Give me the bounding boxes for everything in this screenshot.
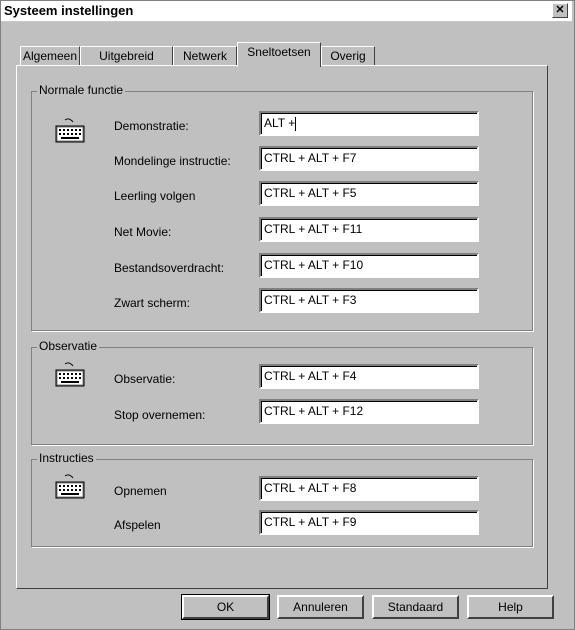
group-title: Instructies	[37, 451, 96, 465]
hotkey-bestandsoverdracht-field[interactable]: CTRL + ALT + F10	[259, 253, 479, 278]
tab-panel-sneltoetsen: Normale functie Demonstratie: ALT + Mond…	[16, 65, 548, 589]
hotkey-net-movie-field[interactable]: CTRL + ALT + F11	[259, 217, 479, 242]
hotkey-demonstratie-value: ALT +	[264, 116, 296, 130]
settings-dialog: Systeem instellingen ✕ Algemeen Uitgebre…	[0, 0, 575, 630]
label-zwart-scherm: Zwart scherm:	[114, 296, 191, 310]
label-observatie: Observatie:	[114, 372, 176, 386]
group-title: Observatie	[37, 339, 100, 353]
tab-uitgebreid[interactable]: Uitgebreid	[80, 46, 173, 66]
close-button[interactable]: ✕	[552, 3, 568, 18]
label-opnemen: Opnemen	[114, 484, 167, 498]
label-stop-overnemen: Stop overnemen:	[114, 408, 206, 422]
tab-algemeen[interactable]: Algemeen	[20, 46, 80, 66]
text-cursor	[295, 116, 297, 131]
hotkey-zwart-scherm-field[interactable]: CTRL + ALT + F3	[259, 288, 479, 313]
group-title: Normale functie	[37, 83, 126, 97]
keyboard-icon	[55, 118, 85, 143]
keyboard-icon	[55, 474, 85, 499]
tab-sneltoetsen[interactable]: Sneltoetsen	[237, 42, 321, 67]
label-leerling-volgen: Leerling volgen	[114, 189, 196, 203]
cancel-button[interactable]: Annuleren	[277, 595, 364, 619]
ok-button[interactable]: OK	[181, 594, 270, 620]
help-button[interactable]: Help	[467, 595, 554, 619]
defaults-button[interactable]: Standaard	[372, 595, 459, 619]
hotkey-observatie-field[interactable]: CTRL + ALT + F4	[259, 364, 479, 389]
hotkey-opnemen-field[interactable]: CTRL + ALT + F8	[259, 476, 479, 501]
tab-netwerk[interactable]: Netwerk	[173, 46, 237, 66]
hotkey-demonstratie-field[interactable]: ALT +	[259, 111, 479, 136]
label-net-movie: Net Movie:	[114, 225, 172, 239]
title-bar: Systeem instellingen ✕	[1, 1, 572, 22]
group-observatie	[31, 347, 533, 445]
label-demonstratie: Demonstratie:	[114, 119, 189, 133]
tab-overig[interactable]: Overig	[321, 46, 375, 66]
label-afspelen: Afspelen	[114, 518, 161, 532]
keyboard-icon	[55, 362, 85, 387]
window-title: Systeem instellingen	[4, 3, 134, 18]
hotkey-mondelinge-instructie-field[interactable]: CTRL + ALT + F7	[259, 146, 479, 171]
label-bestandsoverdracht: Bestandsoverdracht:	[114, 261, 225, 275]
label-mondelinge-instructie: Mondelinge instructie:	[114, 154, 231, 168]
hotkey-stop-overnemen-field[interactable]: CTRL + ALT + F12	[259, 399, 479, 424]
hotkey-afspelen-field[interactable]: CTRL + ALT + F9	[259, 510, 479, 535]
hotkey-leerling-volgen-field[interactable]: CTRL + ALT + F5	[259, 181, 479, 206]
